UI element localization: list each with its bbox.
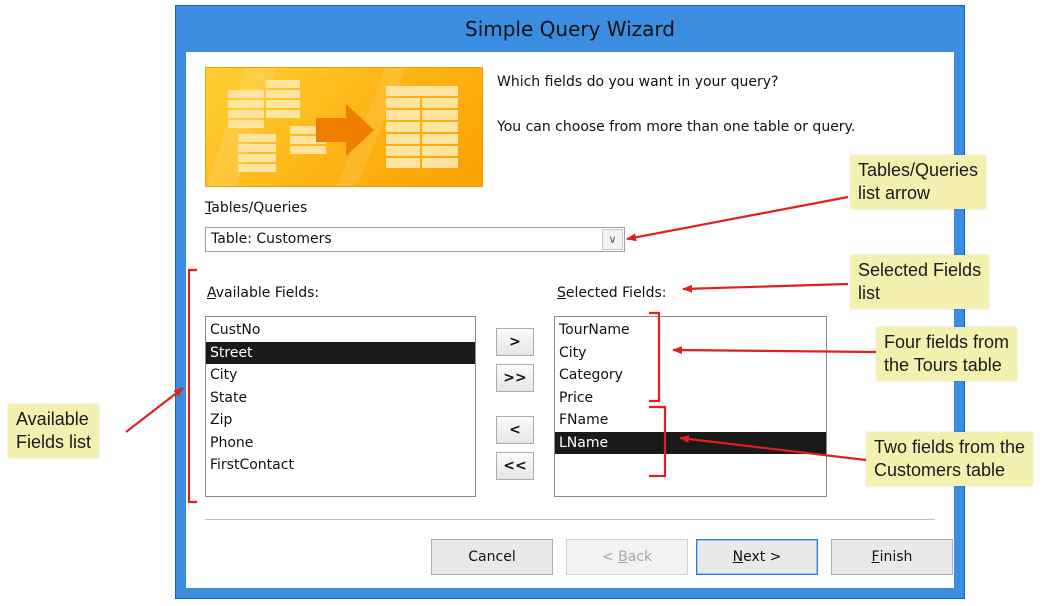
- remove-field-button[interactable]: <: [496, 416, 534, 444]
- tables-queries-combobox[interactable]: Table: Customers ∨: [205, 227, 625, 252]
- access-key: S: [557, 285, 566, 301]
- finish-button-rest: inish: [879, 549, 913, 565]
- callout-line: the Tours table: [884, 355, 1002, 375]
- callout-selected-fields-list: Selected Fields list: [850, 255, 990, 309]
- wizard-banner-graphic: [205, 67, 483, 187]
- next-button-rest: ext >: [743, 549, 782, 565]
- tables-queries-label-rest: ables/Queries: [211, 200, 308, 216]
- list-item-selected[interactable]: LName: [555, 431, 826, 454]
- back-button[interactable]: < Back: [566, 539, 688, 575]
- list-item[interactable]: Zip: [206, 409, 475, 432]
- selected-fields-listbox[interactable]: TourName City Category Price FName LName: [554, 316, 827, 497]
- access-key: B: [618, 549, 628, 565]
- access-key: F: [871, 549, 880, 565]
- list-item-selected[interactable]: Street: [206, 341, 475, 364]
- callout-line: list arrow: [858, 183, 931, 203]
- callout-line: list: [858, 283, 880, 303]
- window-title: Simple Query Wizard: [465, 17, 675, 41]
- back-button-rest: ack: [627, 549, 653, 565]
- prompt-hint: You can choose from more than one table …: [497, 119, 856, 135]
- callout-line: Tables/Queries: [858, 160, 979, 180]
- wizard-client-area: Which fields do you want in your query? …: [186, 52, 954, 588]
- list-item[interactable]: Price: [555, 387, 826, 410]
- button-divider: [205, 519, 935, 520]
- list-item[interactable]: City: [206, 364, 475, 387]
- callout-line: Available: [16, 409, 89, 429]
- list-item[interactable]: Category: [555, 364, 826, 387]
- table-to-query-illustration: [206, 68, 458, 186]
- callout-two-fields: Two fields from the Customers table: [866, 432, 1034, 486]
- finish-button[interactable]: Finish: [831, 539, 953, 575]
- list-item[interactable]: FName: [555, 409, 826, 432]
- chevron-down-icon[interactable]: ∨: [602, 229, 623, 250]
- callout-line: Two fields from the: [874, 437, 1026, 457]
- callout-line: Customers table: [874, 460, 1006, 480]
- tables-queries-value: Table: Customers: [211, 231, 332, 247]
- remove-all-fields-button[interactable]: <<: [496, 452, 534, 480]
- next-button[interactable]: Next >: [696, 539, 818, 575]
- add-field-button[interactable]: >: [496, 328, 534, 356]
- selected-fields-label-rest: elected Fields:: [565, 285, 667, 301]
- list-item[interactable]: CustNo: [206, 319, 475, 342]
- list-item[interactable]: State: [206, 387, 475, 410]
- list-item[interactable]: FirstContact: [206, 454, 475, 477]
- selected-fields-label: Selected Fields:: [557, 285, 666, 301]
- available-fields-label-rest: vailable Fields:: [215, 285, 320, 301]
- callout-available-fields-list: Available Fields list: [8, 404, 100, 458]
- list-item[interactable]: TourName: [555, 319, 826, 342]
- callout-line: Selected Fields: [858, 260, 982, 280]
- callout-line: Four fields from: [884, 332, 1010, 352]
- callout-tables-queries-arrow: Tables/Queries list arrow: [850, 155, 987, 209]
- available-fields-listbox[interactable]: CustNo Street City State Zip Phone First…: [205, 316, 476, 497]
- access-key: A: [207, 285, 216, 301]
- available-fields-label: Available Fields:: [207, 285, 319, 301]
- list-item[interactable]: Phone: [206, 432, 475, 455]
- add-all-fields-button[interactable]: >>: [496, 364, 534, 392]
- callout-four-fields: Four fields from the Tours table: [876, 327, 1018, 381]
- prompt-question: Which fields do you want in your query?: [497, 74, 779, 90]
- access-key: N: [732, 549, 744, 565]
- tables-queries-label: Tables/Queries: [205, 200, 307, 216]
- cancel-button[interactable]: Cancel: [431, 539, 553, 575]
- callout-line: Fields list: [16, 432, 92, 452]
- simple-query-wizard-window: Simple Query Wizard Which fields do you …: [175, 5, 965, 599]
- back-button-arrow: <: [601, 549, 619, 565]
- list-item[interactable]: City: [555, 342, 826, 365]
